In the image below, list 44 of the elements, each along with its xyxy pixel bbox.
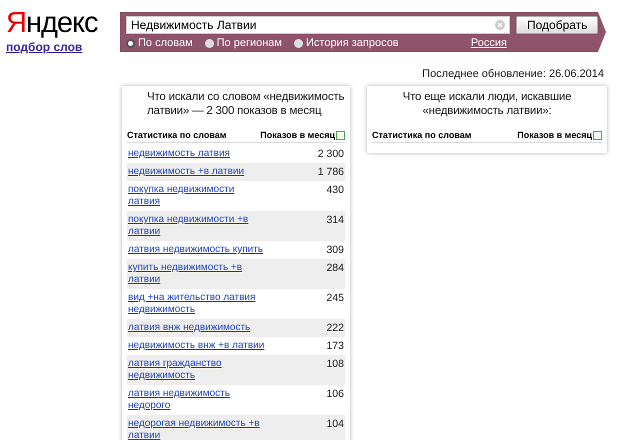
help-icon[interactable] [593, 130, 602, 140]
help-icon[interactable] [336, 130, 345, 140]
count-cell: 1 786 [318, 166, 344, 178]
phrase-link[interactable]: покупка недвижимости +в латвии [128, 214, 268, 238]
logo[interactable]: Яндекс [6, 8, 120, 38]
count-cell: 173 [326, 340, 344, 352]
phrase-link[interactable]: латвия гражданство недвижимость [128, 358, 268, 382]
count-cell: 2 300 [318, 148, 344, 160]
column-header: Статистика по словам [372, 130, 472, 140]
count-cell: 245 [326, 292, 344, 304]
radio-button[interactable] [204, 38, 214, 48]
column-header: Показов в месяц [517, 130, 592, 140]
radio-button[interactable] [126, 38, 135, 48]
last-update-text: Последнее обновление: 26.06.2014 [421, 67, 605, 80]
region-link[interactable]: Россия [470, 37, 507, 49]
count-cell: 284 [326, 262, 344, 274]
search-field[interactable]: Недвижимость Латвии [126, 16, 510, 34]
phrase-link[interactable]: недвижимость внж +в латвии [128, 340, 268, 352]
phrase-link[interactable]: покупка недвижимости латвия [128, 184, 268, 208]
phrase-link[interactable]: латвия недвижимость недорого [128, 388, 268, 412]
phrase-link[interactable]: недорогая недвижимость +в латвии [128, 418, 268, 440]
radio-label[interactable]: По словам [138, 37, 193, 49]
panel-title: Что искали со словом «недвижимость латвии» — 2 300 показов в месяц [146, 90, 345, 118]
phrase-link[interactable]: недвижимость латвия [128, 148, 268, 160]
phrase-link[interactable]: недвижимость +в латвии [128, 166, 268, 178]
radio-label[interactable]: По регионам [216, 37, 282, 49]
count-cell: 314 [326, 214, 344, 226]
panel-title: Что еще искали люди, искавшие «недвижимость латвии»: [402, 90, 572, 118]
service-link[interactable]: подбор слов [6, 40, 120, 54]
phrase-link[interactable]: вид +на жительство латвия недвижимость [128, 292, 268, 316]
count-cell: 108 [326, 358, 344, 370]
radio-label[interactable]: История запросов [306, 37, 399, 49]
radio-button[interactable] [294, 38, 303, 48]
phrase-link[interactable]: латвия недвижимость купить [128, 244, 268, 256]
column-header: Статистика по словам [127, 130, 226, 140]
submit-button[interactable]: Подобрать [516, 16, 598, 34]
count-cell: 106 [326, 388, 344, 400]
count-cell: 430 [326, 184, 344, 196]
count-cell: 309 [326, 244, 344, 256]
count-cell: 104 [326, 418, 344, 430]
phrase-link[interactable]: латвия внж недвижимость [128, 322, 268, 334]
phrase-link[interactable]: купить недвижимость +в латвии [128, 262, 268, 286]
count-cell: 222 [326, 322, 344, 334]
column-header: Показов в месяц [260, 130, 335, 140]
